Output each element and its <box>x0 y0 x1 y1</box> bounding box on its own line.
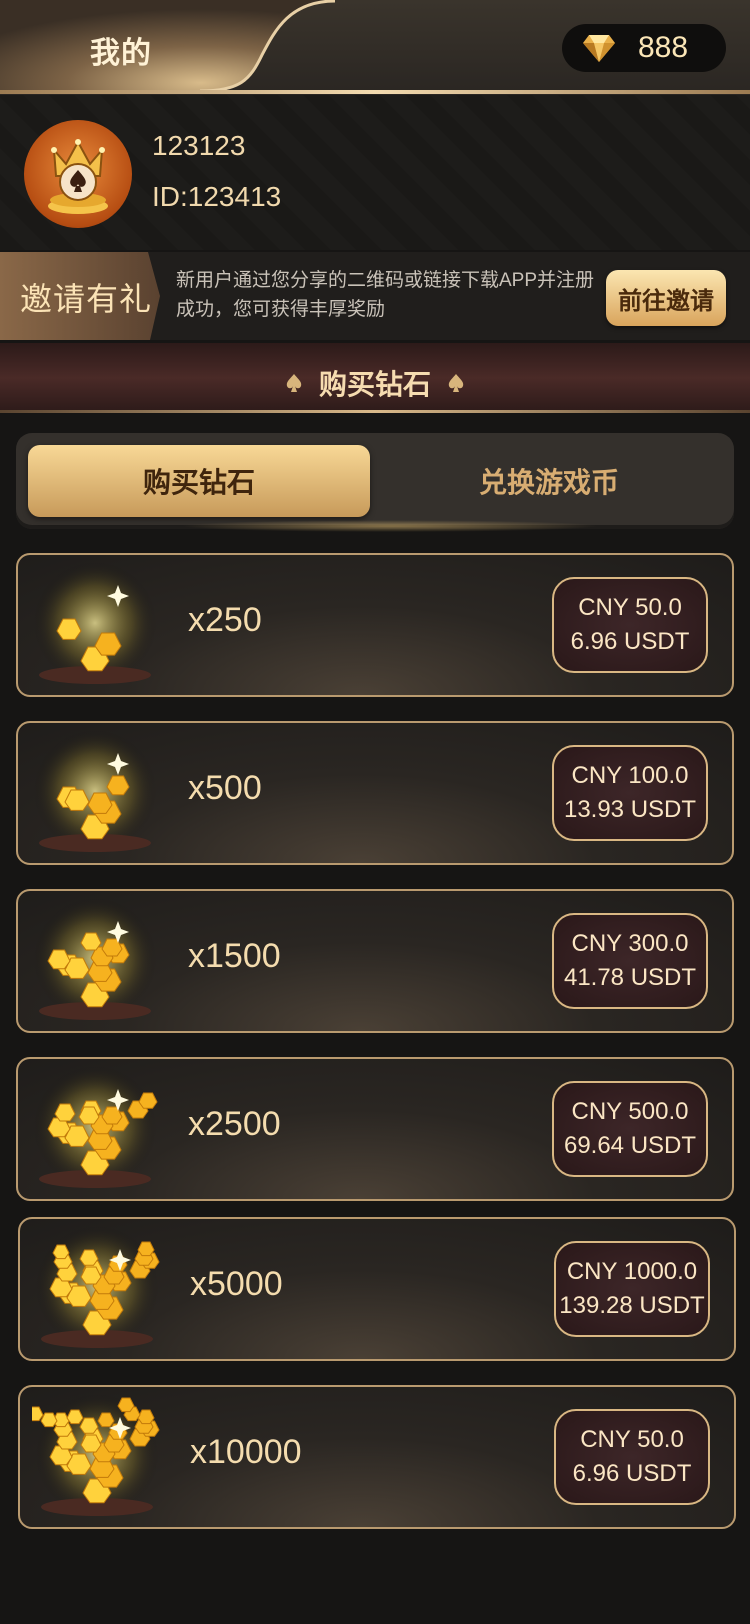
diamond-package-card[interactable]: x5000 CNY 1000.0 139.28 USDT <box>18 1217 736 1361</box>
price-button[interactable]: CNY 50.0 6.96 USDT <box>554 1409 710 1505</box>
package-amount: x250 <box>188 601 262 639</box>
price-cny: CNY 300.0 <box>571 930 689 957</box>
diamond-icon <box>582 33 616 63</box>
price-usdt: 69.64 USDT <box>563 1132 697 1159</box>
price-button[interactable]: CNY 300.0 41.78 USDT <box>552 913 708 1009</box>
tab-glow <box>180 520 600 532</box>
price-button[interactable]: CNY 1000.0 139.28 USDT <box>554 1241 710 1337</box>
diamond-package-card[interactable]: x10000 CNY 50.0 6.96 USDT <box>18 1385 736 1529</box>
price-usdt: 13.93 USDT <box>563 796 697 823</box>
header-divider <box>0 90 750 94</box>
package-amount: x5000 <box>190 1265 283 1303</box>
price-cny: CNY 100.0 <box>571 762 689 789</box>
crown-chip-icon <box>48 139 108 214</box>
package-amount: x10000 <box>190 1433 302 1471</box>
profile-card: 123123 ID:123413 <box>0 95 750 250</box>
username: 123123 <box>152 130 246 161</box>
gold-pile-icon <box>33 563 157 685</box>
invite-description: 新用户通过您分享的二维码或链接下载APP并注册成功，您可获得丰厚奖励 <box>176 270 595 320</box>
price-button[interactable]: CNY 100.0 13.93 USDT <box>552 745 708 841</box>
diamond-package-card[interactable]: x250 CNY 50.0 6.96 USDT <box>16 553 734 697</box>
header-tab-shape <box>0 0 336 92</box>
diamond-package-card[interactable]: x1500 CNY 300.0 41.78 USDT <box>16 889 734 1033</box>
go-invite-button[interactable]: 前往邀请 <box>606 270 726 326</box>
gold-pile-icon <box>35 1227 160 1349</box>
price-cny: CNY 500.0 <box>571 1098 689 1125</box>
price-usdt: 41.78 USDT <box>563 964 697 991</box>
top-header: 我的 888 <box>0 0 750 95</box>
price-cny: CNY 50.0 <box>578 594 682 621</box>
price-cny: CNY 1000.0 <box>566 1258 698 1285</box>
page-title: 我的 <box>90 37 152 70</box>
section-header: 购买钻石 <box>0 343 750 413</box>
invite-label: 邀请有礼 <box>20 281 153 317</box>
diamond-balance[interactable]: 888 <box>562 24 726 72</box>
invite-banner: 邀请有礼 新用户通过您分享的二维码或链接下载APP并注册成功，您可获得丰厚奖励 … <box>0 252 750 340</box>
package-amount: x2500 <box>188 1105 281 1143</box>
package-amount: x1500 <box>188 937 281 975</box>
gold-pile-icon <box>32 1395 160 1517</box>
section-divider <box>0 410 750 413</box>
gold-pile-icon <box>33 899 157 1021</box>
package-amount: x500 <box>188 769 262 807</box>
price-usdt: 6.96 USDT <box>570 628 690 655</box>
price-button[interactable]: CNY 500.0 69.64 USDT <box>552 1081 708 1177</box>
price-usdt: 6.96 USDT <box>572 1460 692 1487</box>
price-usdt: 139.28 USDT <box>559 1292 705 1319</box>
diamond-count: 888 <box>638 31 689 64</box>
tab-buy-diamonds[interactable]: 购买钻石 <box>28 445 370 517</box>
avatar[interactable] <box>24 120 132 228</box>
section-title: 购买钻石 <box>318 369 431 400</box>
spade-icon <box>285 373 303 393</box>
user-id: ID:123413 <box>152 181 282 212</box>
spade-icon <box>447 373 465 393</box>
gold-pile-icon <box>33 731 157 853</box>
price-cny: CNY 50.0 <box>580 1426 684 1453</box>
diamond-package-card[interactable]: x2500 CNY 500.0 69.64 USDT <box>16 1057 734 1201</box>
tab-exchange-coins[interactable]: 兑换游戏币 <box>376 445 722 517</box>
gold-pile-icon <box>33 1067 158 1189</box>
price-button[interactable]: CNY 50.0 6.96 USDT <box>552 577 708 673</box>
diamond-package-card[interactable]: x500 CNY 100.0 13.93 USDT <box>16 721 734 865</box>
tab-switcher: 购买钻石 兑换游戏币 <box>16 433 734 529</box>
